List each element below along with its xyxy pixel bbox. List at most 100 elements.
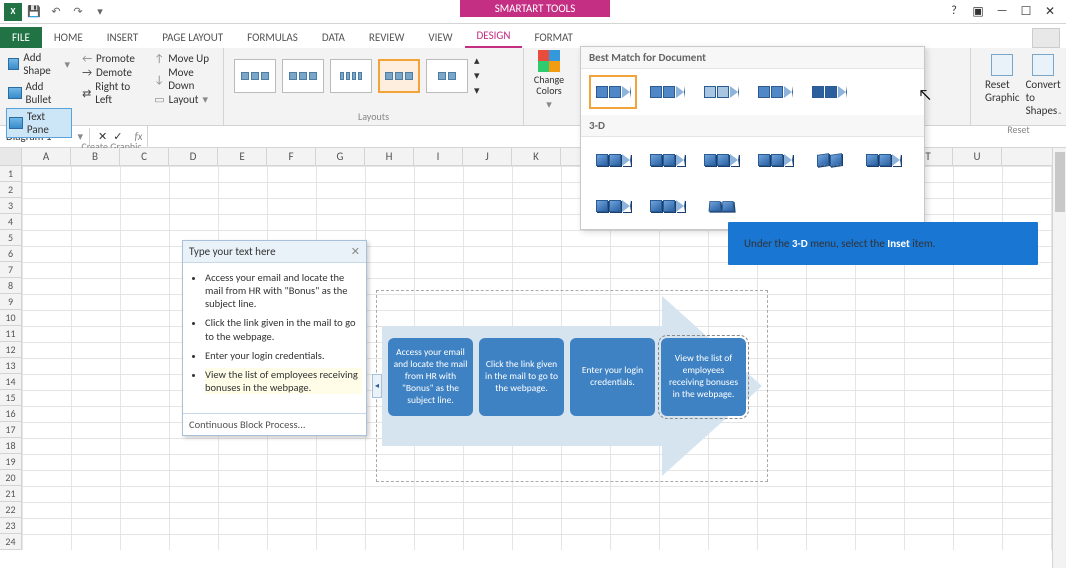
row-header[interactable]: 18	[0, 438, 21, 454]
column-header[interactable]: K	[512, 148, 561, 165]
column-header[interactable]: G	[316, 148, 365, 165]
smartart-graphic[interactable]: ◂ Access your email and locate the mail …	[382, 296, 762, 476]
tab-data[interactable]: DATA	[310, 27, 357, 48]
column-header[interactable]: B	[71, 148, 120, 165]
text-pane-item[interactable]: Enter your login credentials.	[205, 349, 362, 362]
close-icon[interactable]: ✕	[1040, 4, 1060, 19]
text-pane-close-icon[interactable]: ✕	[351, 245, 360, 258]
text-pane-button[interactable]: Text Pane	[6, 108, 72, 138]
tab-view[interactable]: VIEW	[416, 27, 464, 48]
vertical-scrollbar[interactable]	[1052, 148, 1066, 568]
reset-graphic-button[interactable]: Reset Graphic	[985, 54, 1020, 117]
smartart-block[interactable]: Enter your login credentials.	[570, 338, 655, 416]
help-icon[interactable]: ?	[944, 4, 964, 19]
text-pane-item[interactable]: Click the link given in the mail to go t…	[205, 316, 362, 342]
tab-home[interactable]: HOME	[42, 27, 95, 48]
row-header[interactable]: 8	[0, 278, 21, 294]
style-3d-polished[interactable]	[589, 143, 637, 177]
column-header[interactable]: E	[218, 148, 267, 165]
save-icon[interactable]: 💾	[24, 3, 44, 21]
column-header[interactable]: U	[953, 148, 1002, 165]
undo-icon[interactable]: ↶	[46, 3, 66, 21]
layout-option-2[interactable]	[282, 59, 324, 93]
style-3d-inset[interactable]	[643, 143, 691, 177]
row-header[interactable]: 21	[0, 486, 21, 502]
layout-option-1[interactable]	[234, 59, 276, 93]
row-header[interactable]: 20	[0, 470, 21, 486]
row-header[interactable]: 13	[0, 358, 21, 374]
column-header[interactable]: H	[365, 148, 414, 165]
layout-button[interactable]: ▭ Layout ▾	[154, 93, 211, 106]
tab-page-layout[interactable]: PAGE LAYOUT	[150, 27, 235, 48]
tab-file[interactable]: FILE	[0, 27, 42, 48]
convert-to-shapes-button[interactable]: Convert to Shapes	[1026, 54, 1061, 117]
style-simple-fill[interactable]	[589, 75, 637, 109]
column-header[interactable]: J	[463, 148, 512, 165]
row-header[interactable]: 14	[0, 374, 21, 390]
row-header[interactable]: 2	[0, 182, 21, 198]
row-header[interactable]: 9	[0, 294, 21, 310]
row-header[interactable]: 16	[0, 406, 21, 422]
tab-format[interactable]: FORMAT	[522, 27, 584, 48]
row-header[interactable]: 19	[0, 454, 21, 470]
tab-formulas[interactable]: FORMULAS	[235, 27, 310, 48]
smartart-block[interactable]: Access your email and locate the mail fr…	[388, 338, 473, 416]
style-3d-birdseye[interactable]	[697, 189, 745, 223]
row-header[interactable]: 5	[0, 230, 21, 246]
style-3d-flat[interactable]	[859, 143, 907, 177]
ribbon-options-icon[interactable]: ▣	[968, 4, 988, 19]
row-header[interactable]: 4	[0, 214, 21, 230]
style-3d-metallic[interactable]	[589, 189, 637, 223]
column-header[interactable]: D	[169, 148, 218, 165]
text-pane-item[interactable]: View the list of employees receiving bon…	[205, 368, 362, 394]
row-header[interactable]: 10	[0, 310, 21, 326]
change-colors-button[interactable]: Change Colors ▾	[524, 48, 574, 125]
row-header[interactable]: 15	[0, 390, 21, 406]
tab-design[interactable]: DESIGN	[465, 25, 523, 48]
layout-option-4[interactable]	[378, 59, 420, 93]
row-header[interactable]: 17	[0, 422, 21, 438]
select-all-corner[interactable]	[0, 148, 22, 165]
style-intense-effect[interactable]	[805, 75, 853, 109]
style-3d-cartoon[interactable]	[697, 143, 745, 177]
move-up-button[interactable]: ↑ Move Up	[154, 52, 211, 65]
demote-button[interactable]: → Demote	[82, 66, 138, 79]
row-header[interactable]: 1	[0, 166, 21, 182]
column-header[interactable]: I	[414, 148, 463, 165]
row-header[interactable]: 23	[0, 518, 21, 534]
redo-icon[interactable]: ↷	[68, 3, 88, 21]
column-header[interactable]: F	[267, 148, 316, 165]
right-to-left-button[interactable]: ⇄ Right to Left	[82, 80, 138, 106]
maximize-icon[interactable]: ☐	[1016, 4, 1036, 19]
move-down-button[interactable]: ↓ Move Down	[154, 66, 211, 92]
style-3d-sunset[interactable]	[643, 189, 691, 223]
smartart-block[interactable]: View the list of employees receiving bon…	[661, 338, 746, 416]
add-bullet-button[interactable]: Add Bullet	[6, 79, 72, 107]
row-header[interactable]: 11	[0, 326, 21, 342]
text-pane-item[interactable]: Access your email and locate the mail fr…	[205, 271, 362, 310]
text-pane-footer[interactable]: Continuous Block Process...	[183, 413, 366, 435]
smartart-block[interactable]: Click the link given in the mail to go t…	[479, 338, 564, 416]
column-header[interactable]: A	[22, 148, 71, 165]
row-header[interactable]: 6	[0, 246, 21, 262]
style-subtle-effect[interactable]	[697, 75, 745, 109]
style-white-outline[interactable]	[643, 75, 691, 109]
row-header[interactable]: 7	[0, 262, 21, 278]
style-3d-brick[interactable]	[805, 143, 853, 177]
qat-dropdown-icon[interactable]: ▾	[90, 3, 110, 21]
account-icon[interactable]	[1032, 28, 1060, 48]
minimize-icon[interactable]: —	[992, 4, 1012, 19]
style-moderate-effect[interactable]	[751, 75, 799, 109]
layout-option-5[interactable]	[426, 59, 468, 93]
row-header[interactable]: 3	[0, 198, 21, 214]
tab-review[interactable]: REVIEW	[357, 27, 417, 48]
column-header[interactable]: C	[120, 148, 169, 165]
text-pane-list[interactable]: Access your email and locate the mail fr…	[183, 263, 366, 413]
style-3d-powder[interactable]	[751, 143, 799, 177]
collapse-ribbon-icon[interactable]: ˆ	[1058, 110, 1062, 123]
row-header[interactable]: 24	[0, 534, 21, 550]
promote-button[interactable]: ← Promote	[82, 52, 138, 65]
layouts-more-icon[interactable]: ▴▾▾	[474, 54, 480, 97]
text-pane-toggle-icon[interactable]: ◂	[372, 374, 382, 398]
tab-insert[interactable]: INSERT	[95, 27, 151, 48]
